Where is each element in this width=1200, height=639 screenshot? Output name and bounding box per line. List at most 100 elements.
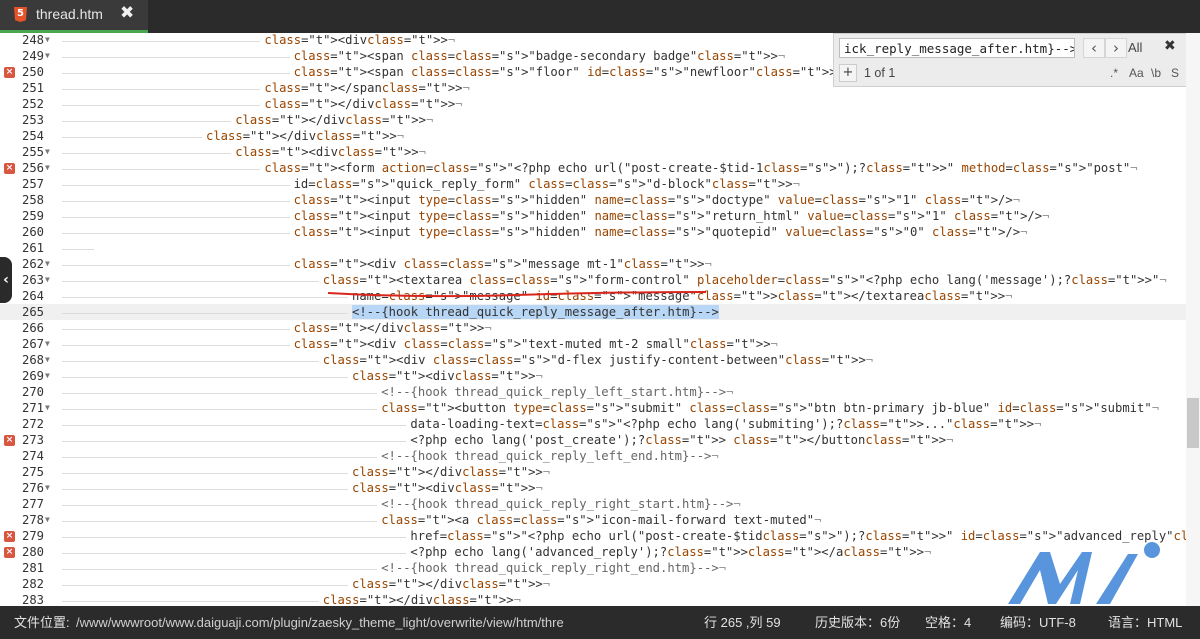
code-line[interactable]: 262 ▼ class="t"><div class=class="s">"mess… <box>0 256 1186 272</box>
code-text: class="t"><divclass="t">>¬ <box>235 145 426 159</box>
code-line[interactable]: 254 class="t"></divclass="t">>¬ <box>0 128 1186 144</box>
code-line[interactable]: 265 <!--{hook thread_quick_reply_message_… <box>0 304 1186 320</box>
code-line[interactable]: 278 ▼ class="t"><a class=class="s">"icon-m… <box>0 512 1186 528</box>
line-number: 248 <box>21 33 44 47</box>
error-marker-icon[interactable]: × <box>4 67 15 78</box>
next-match-button[interactable]: › <box>1105 38 1127 58</box>
encoding-setting[interactable]: 编码：UTF-8 <box>1000 606 1076 639</box>
cursor-position[interactable]: 行 265 ,列 59 <box>704 606 781 639</box>
indent-guide <box>62 105 261 107</box>
code-line[interactable]: 281 <!--{hook thread_quick_reply_right_en… <box>0 560 1186 576</box>
line-number: 258 <box>21 193 44 207</box>
tab-thread[interactable]: thread.htm ✖ <box>0 0 148 33</box>
code-text: class="t"><div class=class="s">"message … <box>293 257 712 271</box>
word-toggle[interactable]: \b <box>1151 66 1161 80</box>
code-line[interactable]: 259 class="t"><input type=class="s">"hidd… <box>0 208 1186 224</box>
code-line[interactable]: 260 class="t"><input type=class="s">"hidd… <box>0 224 1186 240</box>
code-line[interactable]: × 279 href=class="s">"<?php echo url("post… <box>0 528 1186 544</box>
indent-guide <box>62 505 378 507</box>
code-line[interactable]: 274 <!--{hook thread_quick_reply_left_end… <box>0 448 1186 464</box>
code-line[interactable]: × 256 ▼ class="t"><form action=class="s">"<… <box>0 160 1186 176</box>
code-line[interactable]: 275 class="t"></divclass="t">>¬ <box>0 464 1186 480</box>
fold-arrow-icon[interactable]: ▼ <box>45 368 50 384</box>
indent-guide <box>62 441 407 443</box>
error-marker-icon[interactable]: × <box>4 547 15 558</box>
code-line[interactable]: 267 ▼ class="t"><div class=class="s">"text… <box>0 336 1186 352</box>
search-input[interactable]: ick_reply_message_after.htm}--> <box>839 38 1075 58</box>
error-marker-icon[interactable]: × <box>4 435 15 446</box>
line-number: 250 <box>21 65 44 79</box>
indent-guide <box>62 281 319 283</box>
code-line[interactable]: 258 class="t"><input type=class="s">"hidd… <box>0 192 1186 208</box>
fold-arrow-icon[interactable]: ▼ <box>45 144 50 160</box>
vertical-scrollbar[interactable] <box>1186 33 1200 606</box>
fold-arrow-icon[interactable]: ▼ <box>45 512 50 528</box>
code-line[interactable]: × 273 <?php echo lang('post_create');?clas… <box>0 432 1186 448</box>
line-number: 262 <box>21 257 44 271</box>
indent-guide <box>62 201 290 203</box>
code-line[interactable]: 272 data-loading-text=class="s">"<?php ec… <box>0 416 1186 432</box>
prev-match-button[interactable]: ‹ <box>1083 38 1105 58</box>
fold-arrow-icon[interactable]: ▼ <box>45 480 50 496</box>
fold-arrow-icon[interactable]: ▼ <box>45 256 50 272</box>
tab-bar: thread.htm ✖ <box>0 0 1200 33</box>
error-marker-icon[interactable]: × <box>4 531 15 542</box>
line-number: 264 <box>21 289 44 303</box>
language-mode[interactable]: 语言：HTML <box>1108 606 1182 639</box>
code-line[interactable]: 252 class="t"></divclass="t">>¬ <box>0 96 1186 112</box>
error-marker-icon[interactable]: × <box>4 163 15 174</box>
close-icon[interactable]: ✖ <box>120 3 134 23</box>
scrollbar-thumb[interactable] <box>1187 398 1199 448</box>
find-all-button[interactable]: All <box>1128 40 1142 55</box>
line-number: 282 <box>21 577 44 591</box>
indent-guide <box>62 585 348 587</box>
code-text: data-loading-text=class="s">"<?php echo … <box>410 417 1042 431</box>
code-line[interactable]: 276 ▼ class="t"><divclass="t">>¬ <box>0 480 1186 496</box>
close-search-icon[interactable]: ✖ <box>1164 38 1176 54</box>
code-line[interactable]: 277 <!--{hook thread_quick_reply_right_st… <box>0 496 1186 512</box>
code-line[interactable]: 282 class="t"></divclass="t">>¬ <box>0 576 1186 592</box>
code-line[interactable]: 255 ▼ class="t"><divclass="t">>¬ <box>0 144 1186 160</box>
line-number: 261 <box>21 241 44 255</box>
code-editor[interactable]: 248 ▼ class="t"><divclass="t">>¬ 249 ▼ class=… <box>0 33 1186 606</box>
history-versions[interactable]: 历史版本：6份 <box>815 606 900 639</box>
line-number: 266 <box>21 321 44 335</box>
code-text: class="t"><span class=class="s">"badge-s… <box>293 49 786 63</box>
selection-toggle[interactable]: S <box>1171 66 1179 80</box>
fold-arrow-icon[interactable]: ▼ <box>45 160 50 176</box>
code-text: class="t"></divclass="t">>¬ <box>322 593 521 606</box>
code-line[interactable]: 263 ▼ class="t"><textarea class=class="s">… <box>0 272 1186 288</box>
tab-label: thread.htm <box>36 6 103 22</box>
code-text: class="t"></divclass="t">>¬ <box>206 129 405 143</box>
code-text: href=class="s">"<?php echo url("post-cre… <box>410 529 1186 543</box>
code-line[interactable]: 270 <!--{hook thread_quick_reply_left_sta… <box>0 384 1186 400</box>
fold-arrow-icon[interactable]: ▼ <box>45 48 50 64</box>
code-line[interactable]: 271 ▼ class="t"><button type=class="s">"su… <box>0 400 1186 416</box>
code-line[interactable]: × 280 <?php echo lang('advanced_reply');?c… <box>0 544 1186 560</box>
fold-arrow-icon[interactable]: ▼ <box>45 272 50 288</box>
code-line[interactable]: 269 ▼ class="t"><divclass="t">>¬ <box>0 368 1186 384</box>
expand-replace-button[interactable]: + <box>839 64 857 82</box>
fold-arrow-icon[interactable]: ▼ <box>45 352 50 368</box>
code-text: <!--{hook thread_quick_reply_right_end.h… <box>381 561 727 575</box>
code-line[interactable]: 266 class="t"></divclass="t">>¬ <box>0 320 1186 336</box>
code-line[interactable]: 253 class="t"></divclass="t">>¬ <box>0 112 1186 128</box>
line-number: 251 <box>21 81 44 95</box>
code-line[interactable]: 283 class="t"></divclass="t">>¬ <box>0 592 1186 606</box>
indent-guide <box>62 409 378 411</box>
code-line[interactable]: 268 ▼ class="t"><div class=class="s">"d-fl… <box>0 352 1186 368</box>
fold-arrow-icon[interactable]: ▼ <box>45 336 50 352</box>
indent-setting[interactable]: 空格：4 <box>925 606 971 639</box>
line-number: 275 <box>21 465 44 479</box>
indent-guide <box>62 313 348 315</box>
indent-guide <box>62 297 348 299</box>
code-line[interactable]: 257 id=class="s">"quick_reply_form" class… <box>0 176 1186 192</box>
code-text: class="t"><input type=class="s">"hidden"… <box>293 225 1028 239</box>
code-line[interactable]: 261 <box>0 240 1186 256</box>
collapse-sidebar-button[interactable]: ‹ <box>0 257 12 303</box>
indent-guide <box>62 361 319 363</box>
fold-arrow-icon[interactable]: ▼ <box>45 33 50 48</box>
case-toggle[interactable]: Aa <box>1129 66 1144 80</box>
regex-toggle[interactable]: .* <box>1110 66 1118 80</box>
fold-arrow-icon[interactable]: ▼ <box>45 400 50 416</box>
